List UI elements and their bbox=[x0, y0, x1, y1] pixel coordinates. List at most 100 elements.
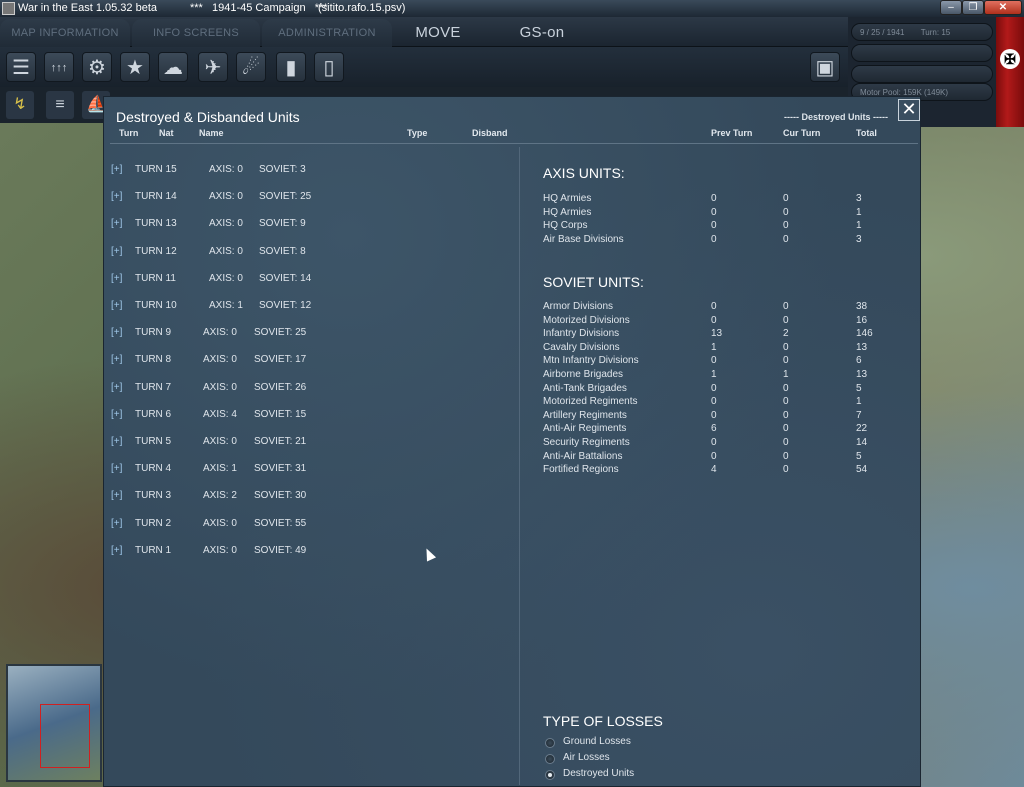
minimap[interactable] bbox=[6, 664, 102, 782]
col-header-disband[interactable]: Disband bbox=[472, 128, 508, 138]
axis-count: AXIS: 0 bbox=[203, 517, 237, 529]
cur-turn-value: 0 bbox=[783, 437, 789, 448]
expand-toggle[interactable]: [+] bbox=[111, 246, 122, 257]
expand-toggle[interactable]: [+] bbox=[111, 191, 122, 202]
move-phase-button[interactable]: MOVE bbox=[398, 19, 478, 47]
total-value: 5 bbox=[856, 450, 862, 462]
total-value: 1 bbox=[856, 220, 862, 232]
unit-type-name: HQ Armies bbox=[543, 206, 592, 218]
cur-turn-value: 0 bbox=[783, 301, 789, 312]
cur-turn-value: 0 bbox=[783, 382, 789, 394]
col-header-turn[interactable]: Turn bbox=[119, 128, 138, 138]
total-value: 22 bbox=[856, 423, 868, 435]
axis-count: AXIS: 0 bbox=[209, 218, 243, 230]
loss-option[interactable]: Ground Losses bbox=[545, 736, 745, 750]
expand-toggle[interactable]: [+] bbox=[111, 463, 122, 474]
app-icon bbox=[2, 2, 15, 15]
header-divider bbox=[110, 143, 918, 144]
date-turn-box: 9 / 25 / 1941 Turn: 15 bbox=[851, 23, 993, 41]
report-icon[interactable]: ▯ bbox=[314, 52, 344, 82]
axis-count: AXIS: 2 bbox=[203, 490, 237, 502]
tab-info-screens[interactable]: INFO SCREENS bbox=[132, 19, 260, 47]
expand-toggle[interactable]: [+] bbox=[111, 273, 122, 284]
radio-button-icon[interactable] bbox=[545, 770, 555, 780]
loss-option[interactable]: Destroyed Units bbox=[545, 768, 745, 782]
maximize-button[interactable]: ❐ bbox=[962, 0, 984, 15]
game-date: 9 / 25 / 1941 bbox=[860, 28, 905, 37]
total-value: 14 bbox=[856, 437, 868, 448]
loss-option-label: Ground Losses bbox=[563, 736, 631, 747]
supply-icon[interactable]: ▮ bbox=[276, 52, 306, 82]
tab-administration[interactable]: ADMINISTRATION bbox=[262, 19, 392, 47]
soviet-count: SOVIET: 15 bbox=[254, 408, 307, 420]
soviet-count: SOVIET: 12 bbox=[259, 300, 312, 311]
expand-toggle[interactable]: [+] bbox=[111, 436, 122, 447]
dialog-mode-label: ----- Destroyed Units ----- bbox=[784, 112, 888, 122]
move-mode-icon[interactable]: ↯ bbox=[6, 91, 34, 119]
loss-option[interactable]: Air Losses bbox=[545, 752, 745, 766]
unit-type-name: HQ Corps bbox=[543, 220, 588, 232]
expand-toggle[interactable]: [+] bbox=[111, 409, 122, 420]
axis-count: AXIS: 0 bbox=[203, 381, 237, 393]
radio-button-icon[interactable] bbox=[545, 754, 555, 764]
swastika-icon: ✠ bbox=[1000, 49, 1020, 69]
prev-turn-value: 0 bbox=[711, 206, 717, 218]
rocket-icon[interactable]: ☄ bbox=[236, 52, 266, 82]
total-value: 7 bbox=[856, 409, 862, 421]
cur-turn-value: 0 bbox=[783, 233, 789, 245]
total-value: 6 bbox=[856, 355, 862, 367]
close-dialog-button[interactable]: ✕ bbox=[898, 99, 920, 121]
gs-toggle-button[interactable]: GS-on bbox=[500, 19, 584, 47]
soviet-count: SOVIET: 55 bbox=[254, 517, 307, 529]
star-icon[interactable]: ★ bbox=[120, 52, 150, 82]
toolbar: ☰ ↑↑↑ ⚙ ★ ☁ ✈ ☄ ▮ ▯ ▣ bbox=[0, 47, 848, 87]
expand-toggle[interactable]: [+] bbox=[111, 382, 122, 393]
units-icon[interactable]: ↑↑↑ bbox=[44, 52, 74, 82]
close-window-button[interactable]: ✕ bbox=[984, 0, 1022, 15]
weather-icon[interactable]: ☁ bbox=[158, 52, 188, 82]
axis-count: AXIS: 1 bbox=[209, 300, 243, 311]
radio-button-icon[interactable] bbox=[545, 738, 555, 748]
empty-info-box-2 bbox=[851, 65, 993, 83]
cur-turn-value: 0 bbox=[783, 423, 789, 435]
cur-turn-value: 0 bbox=[783, 341, 789, 353]
empty-info-box bbox=[851, 44, 993, 62]
tab-map-information[interactable]: MAP INFORMATION bbox=[0, 19, 130, 47]
rail-icon[interactable]: ≡ bbox=[46, 91, 74, 119]
col-header-total[interactable]: Total bbox=[856, 128, 877, 138]
display-toggle-icon[interactable]: ▣ bbox=[810, 52, 840, 82]
air-icon[interactable]: ✈ bbox=[198, 52, 228, 82]
axis-count: AXIS: 0 bbox=[209, 191, 243, 203]
total-value: 1 bbox=[856, 206, 862, 218]
total-value: 3 bbox=[856, 193, 862, 204]
col-header-prev-turn[interactable]: Prev Turn bbox=[711, 128, 752, 138]
prev-turn-value: 0 bbox=[711, 301, 717, 312]
expand-toggle[interactable]: [+] bbox=[111, 300, 122, 311]
unit-type-name: Artillery Regiments bbox=[543, 409, 627, 421]
minimap-view-frame[interactable] bbox=[40, 704, 90, 768]
expand-toggle[interactable]: [+] bbox=[111, 327, 122, 338]
layers-icon[interactable]: ☰ bbox=[6, 52, 36, 82]
unit-type-name: Anti-Air Regiments bbox=[543, 423, 627, 435]
unit-row: HQ Armies 0 0 3 bbox=[543, 193, 903, 206]
unit-row: Security Regiments 0 0 14 bbox=[543, 437, 903, 450]
expand-toggle[interactable]: [+] bbox=[111, 545, 122, 556]
unit-type-name: Armor Divisions bbox=[543, 301, 614, 312]
expand-toggle[interactable]: [+] bbox=[111, 354, 122, 365]
unit-row: Cavalry Divisions 1 0 13 bbox=[543, 342, 903, 355]
col-header-cur-turn[interactable]: Cur Turn bbox=[783, 128, 820, 138]
gear-icon[interactable]: ⚙ bbox=[82, 52, 112, 82]
axis-count: AXIS: 0 bbox=[209, 164, 243, 175]
prev-turn-value: 0 bbox=[711, 409, 717, 421]
col-header-name[interactable]: Name bbox=[199, 128, 224, 138]
national-flag: ✠ bbox=[996, 17, 1024, 127]
cur-turn-value: 0 bbox=[783, 220, 789, 232]
expand-toggle[interactable]: [+] bbox=[111, 490, 122, 501]
col-header-nat[interactable]: Nat bbox=[159, 128, 174, 138]
expand-toggle[interactable]: [+] bbox=[111, 518, 122, 529]
expand-toggle[interactable]: [+] bbox=[111, 164, 122, 175]
unit-row: Air Base Divisions 0 0 3 bbox=[543, 234, 903, 247]
expand-toggle[interactable]: [+] bbox=[111, 218, 122, 229]
minimize-button[interactable]: – bbox=[940, 0, 962, 15]
col-header-type[interactable]: Type bbox=[407, 128, 427, 138]
